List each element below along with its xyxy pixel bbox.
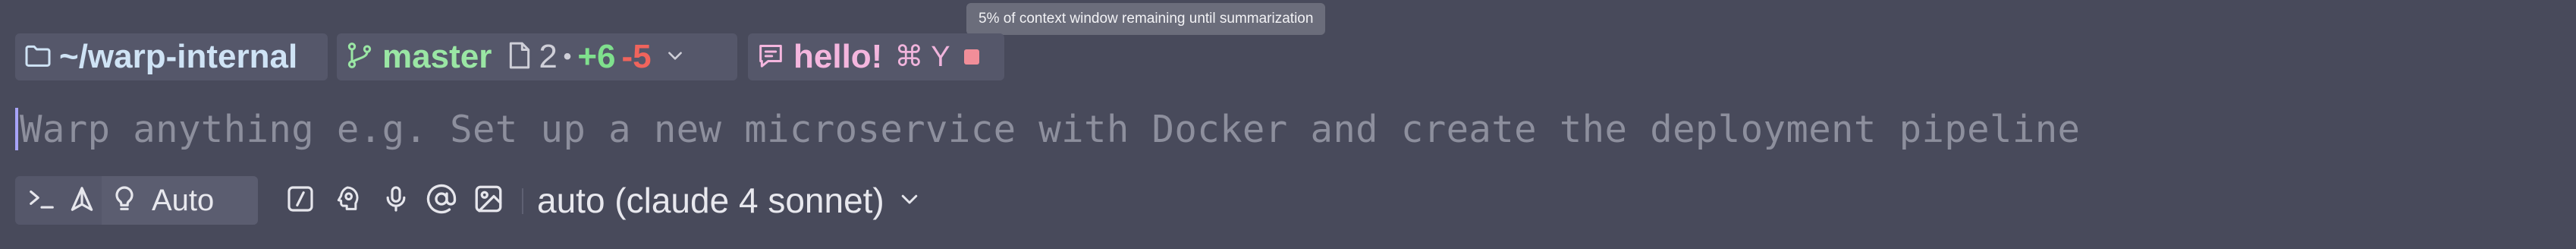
toolbar-divider: [522, 188, 523, 214]
file-icon: [507, 40, 532, 74]
folder-icon: [23, 40, 53, 74]
auto-mode-label: Auto: [152, 183, 215, 217]
auto-mode-button[interactable]: Auto: [102, 176, 258, 225]
chevron-down-icon[interactable]: [665, 46, 685, 69]
lightbulb-icon: [109, 184, 140, 218]
terminal-prompt-icon: [27, 184, 56, 217]
text-caret: [15, 108, 18, 150]
agent-mode-button[interactable]: [62, 176, 102, 225]
profile-button[interactable]: [329, 182, 366, 219]
additions-count: +6: [577, 38, 616, 75]
prompt-placeholder: Warp anything e.g. Set up a new microser…: [20, 107, 2081, 151]
at-sign-icon: [426, 183, 457, 219]
attach-image-button[interactable]: [470, 182, 507, 219]
slash-command-button[interactable]: [282, 182, 319, 219]
prompt-input[interactable]: Warp anything e.g. Set up a new microser…: [15, 105, 2080, 153]
tooltip-text: 5% of context window remaining until sum…: [979, 11, 1314, 27]
stop-square-icon[interactable]: [963, 49, 979, 65]
cwd-chip[interactable]: ~/warp-internal: [15, 33, 328, 80]
profile-head-icon: [332, 184, 363, 218]
separator-dot: •: [563, 44, 572, 69]
context-window-tooltip: 5% of context window remaining until sum…: [966, 3, 1326, 35]
image-icon: [473, 183, 504, 219]
deletions-count: -5: [621, 38, 652, 75]
git-branch-name: master: [382, 38, 492, 75]
conversation-chip[interactable]: hello! ⌘ Y: [748, 33, 1004, 80]
changed-files-count: 2: [539, 38, 558, 75]
git-status-chip[interactable]: master 2 • +6 -5: [337, 33, 737, 80]
voice-input-button[interactable]: [378, 182, 414, 219]
terminal-mode-button[interactable]: [21, 176, 62, 225]
conversation-title: hello!: [793, 38, 883, 75]
model-label: auto (claude 4 sonnet): [537, 181, 884, 220]
mention-button[interactable]: [423, 182, 460, 219]
input-mode-selector: Auto: [15, 176, 258, 225]
cwd-path: ~/warp-internal: [59, 38, 298, 75]
microphone-icon: [381, 184, 411, 218]
agent-icon: [68, 184, 96, 217]
model-selector[interactable]: auto (claude 4 sonnet): [537, 176, 921, 225]
chat-bubble-icon: [756, 40, 786, 74]
chevron-down-icon: [898, 188, 921, 214]
slash-command-icon: [285, 184, 316, 218]
conversation-shortcut: ⌘ Y: [894, 41, 950, 73]
git-branch-icon: [344, 40, 375, 74]
